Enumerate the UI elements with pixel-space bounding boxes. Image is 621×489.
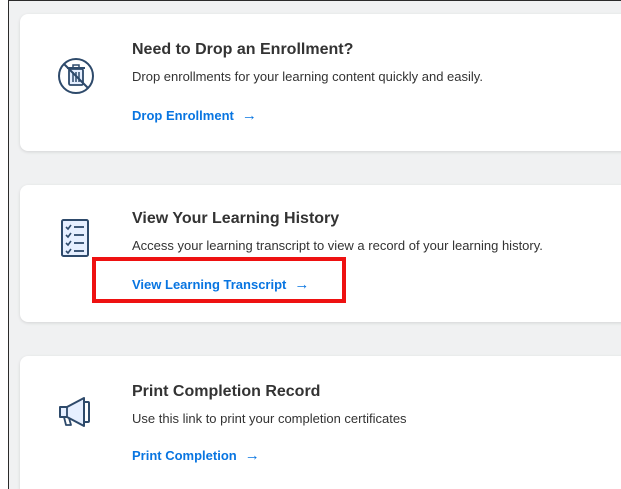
link-label: Drop Enrollment	[132, 108, 234, 123]
card-description: Access your learning transcript to view …	[132, 238, 543, 253]
card-title: Need to Drop an Enrollment?	[132, 41, 354, 58]
card-description: Drop enrollments for your learning conte…	[132, 69, 483, 84]
megaphone-icon	[54, 390, 98, 434]
card-title: View Your Learning History	[132, 210, 340, 227]
print-completion-link[interactable]: Print Completion →	[132, 448, 260, 463]
card-description: Use this link to print your completion c…	[132, 411, 407, 426]
page-frame: Need to Drop an Enrollment? Drop enrollm…	[8, 0, 621, 489]
link-label: View Learning Transcript	[132, 277, 287, 292]
learning-history-card: View Your Learning History Access your l…	[20, 185, 621, 322]
drop-enrollment-card: Need to Drop an Enrollment? Drop enrollm…	[20, 14, 621, 151]
print-completion-card: Print Completion Record Use this link to…	[20, 356, 621, 489]
checklist-icon	[54, 216, 98, 260]
arrow-right-icon: →	[294, 276, 310, 293]
link-label: Print Completion	[132, 448, 237, 463]
drop-enrollment-link[interactable]: Drop Enrollment →	[132, 108, 257, 123]
card-title: Print Completion Record	[132, 383, 321, 400]
trash-can-no-icon	[54, 54, 98, 98]
arrow-right-icon: →	[244, 447, 260, 464]
arrow-right-icon: →	[241, 107, 257, 124]
view-learning-transcript-link[interactable]: View Learning Transcript →	[132, 277, 309, 292]
